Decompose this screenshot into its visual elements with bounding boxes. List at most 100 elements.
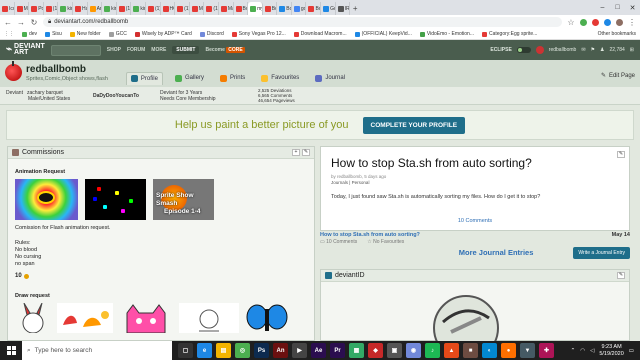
browser-tab[interactable]: (1)× xyxy=(146,2,161,15)
browser-tab[interactable]: Ani× xyxy=(88,2,103,15)
taskbar-app-icon[interactable]: ▤ xyxy=(216,343,231,358)
taskbar-app-icon[interactable]: ■ xyxy=(463,343,478,358)
bookmark-item[interactable]: GCC xyxy=(108,31,127,37)
apps-grid-icon[interactable]: ⋮⋮ xyxy=(4,31,14,37)
bookmark-item[interactable]: Discord xyxy=(199,31,224,37)
browser-tab[interactable]: my× xyxy=(248,2,263,15)
taskbar-app-icon[interactable]: ● xyxy=(501,343,516,358)
taskbar-app-icon[interactable]: ✚ xyxy=(539,343,554,358)
write-journal-button[interactable]: Write a Journal Entry xyxy=(573,246,630,259)
more-journal-entries-link[interactable]: More Journal Entries xyxy=(459,248,534,257)
reload-icon[interactable]: ↻ xyxy=(30,18,38,27)
bookmark-item[interactable]: Category:Egg sprite... xyxy=(482,31,537,37)
profile-tab[interactable]: Favourites xyxy=(257,72,303,85)
browser-tab[interactable]: Ico× xyxy=(0,2,15,15)
back-icon[interactable]: ← xyxy=(4,18,12,27)
taskbar-app-icon[interactable]: ◎ xyxy=(235,343,250,358)
taskbar-search-input[interactable]: ⌕ Type here to search xyxy=(22,341,172,360)
browser-tab[interactable]: Bo× xyxy=(277,2,292,15)
new-tab-button[interactable]: + xyxy=(350,2,360,15)
person-icon[interactable]: ♟ xyxy=(600,47,604,53)
nav-more[interactable]: MORE xyxy=(151,47,166,53)
profile-avatar-icon[interactable] xyxy=(616,18,623,26)
profile-avatar[interactable] xyxy=(5,61,22,81)
nav-shop[interactable]: SHOP xyxy=(107,47,121,53)
site-search-input[interactable] xyxy=(50,44,101,56)
taskbar-app-icon[interactable]: An xyxy=(273,343,288,358)
draw-thumb-bunny[interactable] xyxy=(15,303,51,333)
browser-tab[interactable]: kin× xyxy=(102,2,117,15)
browser-tab[interactable]: Ma× xyxy=(190,2,205,15)
bookmark-item[interactable]: VidoEmo - Emotion... xyxy=(419,31,474,37)
header-username[interactable]: redballbomb xyxy=(549,47,577,53)
taskbar-app-icon[interactable]: ▼ xyxy=(520,343,535,358)
browser-tab[interactable]: kin× xyxy=(58,2,73,15)
close-icon[interactable]: ✕ xyxy=(625,0,640,15)
browser-tab[interactable]: Ma× xyxy=(15,2,30,15)
browser-tab[interactable]: Bo× xyxy=(263,2,278,15)
browser-tab[interactable]: Ma× xyxy=(219,2,234,15)
profile-tab[interactable]: Profile xyxy=(125,72,163,85)
journal-list-comments[interactable]: ▭ 10 Comments xyxy=(320,239,357,245)
taskbar-app-icon[interactable]: ▦ xyxy=(349,343,364,358)
taskbar-app-icon[interactable]: Pr xyxy=(330,343,345,358)
draw-thumb-sketch[interactable] xyxy=(179,303,239,333)
profile-tab[interactable]: Prints xyxy=(216,72,249,85)
edit-icon[interactable]: ✎ xyxy=(302,149,310,156)
message-icon[interactable]: ✉ xyxy=(581,47,585,53)
menu-kebab-icon[interactable]: ⋮ xyxy=(628,18,636,27)
commission-thumb-smash[interactable]: Sprite Show Smash Episode 1-4 xyxy=(153,179,214,220)
extension-icon[interactable] xyxy=(580,18,587,26)
browser-tab[interactable]: Bo× xyxy=(306,2,322,15)
browser-tab[interactable]: HC× xyxy=(161,2,176,15)
add-icon[interactable]: + xyxy=(292,149,300,156)
bookmark-item[interactable]: (OFFICIAL) KeepVid... xyxy=(354,31,412,37)
taskbar-app-icon[interactable]: ▣ xyxy=(387,343,402,358)
taskbar-app-icon[interactable]: ▶ xyxy=(292,343,307,358)
taskbar-app-icon[interactable]: Ps xyxy=(254,343,269,358)
commission-thumb-psychedelic[interactable] xyxy=(15,179,78,220)
taskbar-app-icon[interactable]: ◐ xyxy=(482,343,497,358)
bookmark-item[interactable]: dev xyxy=(22,31,37,37)
commission-price[interactable]: 10 xyxy=(15,273,314,279)
url-field[interactable]: 🔒︎ deviantart.com/redballbomb xyxy=(43,17,562,27)
eclipse-toggle[interactable] xyxy=(516,47,531,53)
browser-tab[interactable]: (1)× xyxy=(175,2,190,15)
profile-tab[interactable]: Gallery xyxy=(171,72,208,85)
complete-profile-button[interactable]: COMPLETE YOUR PROFILE xyxy=(362,116,466,134)
taskbar-app-icon[interactable]: e xyxy=(197,343,212,358)
volume-icon[interactable]: ◁ xyxy=(590,348,594,354)
submit-button[interactable]: SUBMIT xyxy=(172,46,200,54)
browser-tab[interactable]: Bo× xyxy=(234,2,249,15)
browser-tab[interactable]: (1)× xyxy=(204,2,219,15)
journal-list-title[interactable]: How to stop Sta.sh from auto sorting? xyxy=(320,232,420,238)
minimize-icon[interactable]: – xyxy=(595,0,610,15)
journal-comments-link[interactable]: 10 Comments xyxy=(321,218,629,224)
start-button[interactable] xyxy=(0,341,22,360)
extension-icon[interactable] xyxy=(592,18,599,26)
browser-tab[interactable]: Ha× xyxy=(73,2,88,15)
profile-name[interactable]: redballbomb xyxy=(26,64,108,75)
taskbar-app-icon[interactable]: ▲ xyxy=(444,343,459,358)
journal-list-favs[interactable]: ☆ No Favourites xyxy=(367,239,404,245)
profile-tab[interactable]: Journal xyxy=(311,72,349,85)
nav-forum[interactable]: FORUM xyxy=(127,47,145,53)
edit-page-button[interactable]: ✎ Edit Page xyxy=(601,72,635,80)
bookmark-item[interactable]: Sony Vegas Pro 12... xyxy=(231,31,286,37)
clock[interactable]: 9:23 AM 5/19/2020 xyxy=(599,344,623,358)
draw-thumb-cat[interactable] xyxy=(119,303,173,333)
journal-category[interactable]: Journals | Personal xyxy=(331,180,629,185)
notification-center-icon[interactable]: ▭ xyxy=(629,348,634,354)
taskbar-app-icon[interactable]: ◉ xyxy=(406,343,421,358)
extension-icon[interactable] xyxy=(604,18,611,26)
star-icon[interactable]: ☆ xyxy=(567,18,575,27)
browser-tab[interactable]: IR× xyxy=(336,2,351,15)
deviantart-logo[interactable]: ⌁ DEVIANT ART xyxy=(6,43,45,56)
draw-thumb-butterfly[interactable] xyxy=(245,303,289,333)
deviantid-image[interactable] xyxy=(421,288,511,343)
draw-thumb-creatures[interactable] xyxy=(57,303,113,333)
taskbar-app-icon[interactable]: Ae xyxy=(311,343,326,358)
browser-tab[interactable]: goi× xyxy=(292,2,307,15)
browser-tab[interactable]: kin× xyxy=(131,2,146,15)
bookmark-item[interactable]: Sisu xyxy=(45,31,62,37)
